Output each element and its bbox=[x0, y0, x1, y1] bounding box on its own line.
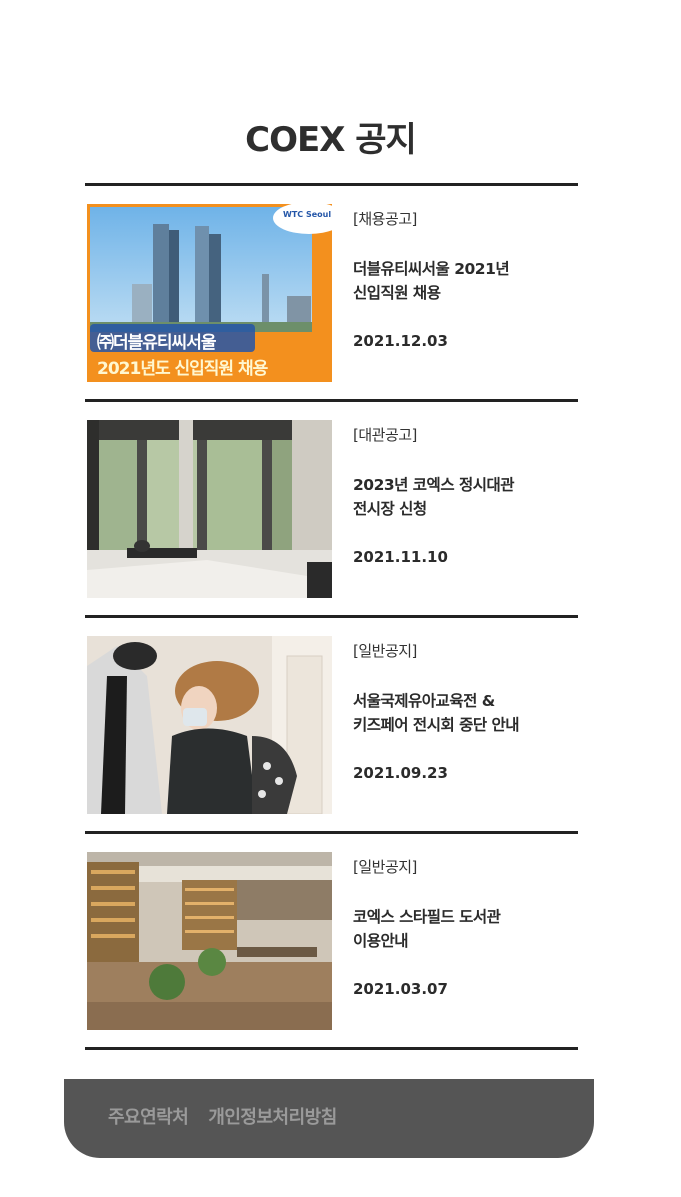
footer-link-privacy-policy[interactable]: 개인정보처리방침 bbox=[208, 1103, 337, 1129]
notice-item[interactable]: WTC Seoul ㈜더블유티씨서울 2021년도 신입직원 채용 [채용공고]… bbox=[85, 186, 578, 402]
notice-title[interactable]: 더블유티씨서울 2021년 신입직원 채용 bbox=[353, 257, 573, 305]
notice-title[interactable]: 2023년 코엑스 정시대관 전시장 신청 bbox=[353, 473, 573, 521]
notice-date: 2021.11.10 bbox=[353, 548, 448, 566]
notice-thumbnail-wtc-recruit[interactable]: WTC Seoul ㈜더블유티씨서울 2021년도 신입직원 채용 bbox=[87, 204, 332, 382]
notice-date: 2021.12.03 bbox=[353, 332, 448, 350]
footer-links: 주요연락처 개인정보처리방침 bbox=[108, 1103, 337, 1129]
notice-title[interactable]: 코엑스 스타필드 도서관 이용안내 bbox=[353, 905, 573, 953]
notice-category: [대관공고] bbox=[353, 426, 417, 444]
notice-title[interactable]: 서울국제유아교육전 & 키즈페어 전시회 중단 안내 bbox=[353, 689, 573, 737]
thumbnail-company: ㈜더블유티씨서울 bbox=[97, 333, 216, 353]
notice-item[interactable]: [일반공지] 서울국제유아교육전 & 키즈페어 전시회 중단 안내 2021.0… bbox=[85, 618, 578, 834]
notice-info: [일반공지] 서울국제유아교육전 & 키즈페어 전시회 중단 안내 2021.0… bbox=[353, 640, 573, 782]
notice-list: WTC Seoul ㈜더블유티씨서울 2021년도 신입직원 채용 [채용공고]… bbox=[85, 183, 578, 1050]
notice-info: [대관공고] 2023년 코엑스 정시대관 전시장 신청 2021.11.10 bbox=[353, 424, 573, 566]
thumbnail-badge: WTC Seoul bbox=[283, 210, 332, 219]
notice-date: 2021.03.07 bbox=[353, 980, 448, 998]
notice-category: [채용공고] bbox=[353, 210, 417, 228]
footer-link-contacts[interactable]: 주요연락처 bbox=[108, 1103, 189, 1129]
thumbnail-recruit: 2021년도 신입직원 채용 bbox=[97, 359, 268, 379]
notice-category: [일반공지] bbox=[353, 858, 417, 876]
notice-date: 2021.09.23 bbox=[353, 764, 448, 782]
notice-category: [일반공지] bbox=[353, 642, 417, 660]
footer-bar: 주요연락처 개인정보처리방침 bbox=[64, 1079, 594, 1158]
notice-info: [일반공지] 코엑스 스타필드 도서관 이용안내 2021.03.07 bbox=[353, 856, 573, 998]
notice-thumbnail-library[interactable] bbox=[87, 852, 332, 1030]
notice-item[interactable]: [대관공고] 2023년 코엑스 정시대관 전시장 신청 2021.11.10 bbox=[85, 402, 578, 618]
notice-info: [채용공고] 더블유티씨서울 2021년 신입직원 채용 2021.12.03 bbox=[353, 208, 573, 350]
notice-item[interactable]: [일반공지] 코엑스 스타필드 도서관 이용안내 2021.03.07 bbox=[85, 834, 578, 1050]
page-title: COEX 공지 bbox=[245, 120, 417, 160]
notice-thumbnail-lobby[interactable] bbox=[87, 420, 332, 598]
notice-thumbnail-kids[interactable] bbox=[87, 636, 332, 814]
